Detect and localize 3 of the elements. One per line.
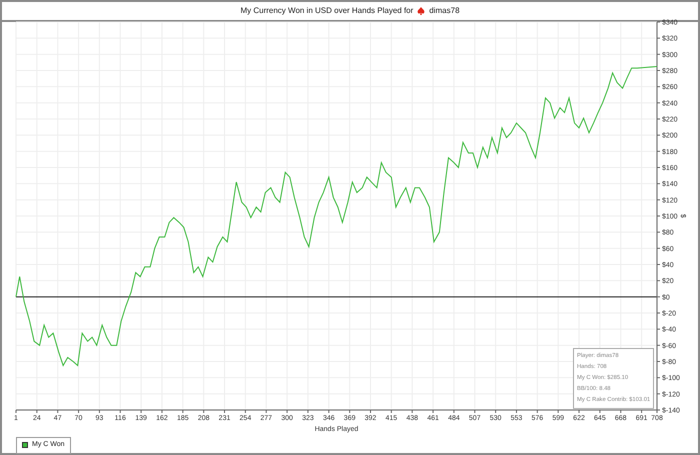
- chart-title: My Currency Won in USD over Hands Played for: [240, 5, 414, 17]
- player-name: dimas78: [429, 5, 460, 17]
- spade-icon: [417, 7, 426, 15]
